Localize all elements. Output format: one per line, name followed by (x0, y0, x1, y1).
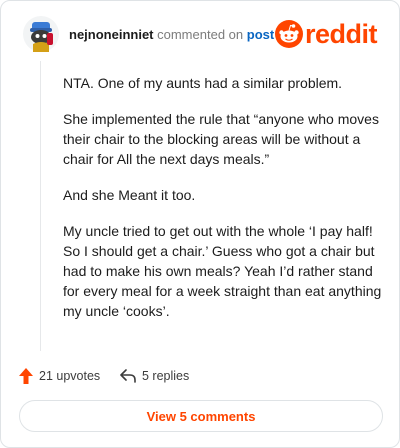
thread-line (40, 61, 41, 351)
replies-count: 5 replies (142, 369, 190, 383)
replies-button[interactable]: 5 replies (120, 365, 189, 387)
comment-paragraph: NTA. One of my aunts had a similar probl… (63, 75, 343, 91)
upvote-count: 21 upvotes (39, 369, 101, 383)
brand-text: reddit (305, 19, 378, 49)
post-link[interactable]: post (247, 27, 274, 42)
comment-paragraph: And she Meant it too. (63, 187, 196, 203)
view-comments-button[interactable]: View 5 comments (19, 400, 383, 432)
comment-paragraph: She implemented the rule that “anyone wh… (63, 111, 379, 167)
reddit-logo[interactable]: reddit (275, 19, 383, 49)
comment-meta: nejnoneinniet commented on post (69, 27, 274, 42)
action-text: commented on (157, 27, 244, 42)
comment-body: NTA. One of my aunts had a similar probl… (63, 73, 383, 337)
comment-actions: 21 upvotes 5 replies (19, 365, 319, 387)
comment-card: nejnoneinniet commented on post reddit N… (0, 0, 400, 448)
comment-paragraph: My uncle tried to get out with the whole… (63, 223, 382, 319)
avatar[interactable] (23, 16, 59, 52)
reddit-logo-icon (275, 20, 303, 48)
username[interactable]: nejnoneinniet (69, 27, 154, 42)
comment-header: nejnoneinniet commented on post reddit (23, 16, 383, 52)
upvote-button[interactable]: 21 upvotes (19, 365, 100, 387)
reply-arrow-icon (120, 369, 136, 383)
upvote-arrow-icon (19, 368, 33, 384)
